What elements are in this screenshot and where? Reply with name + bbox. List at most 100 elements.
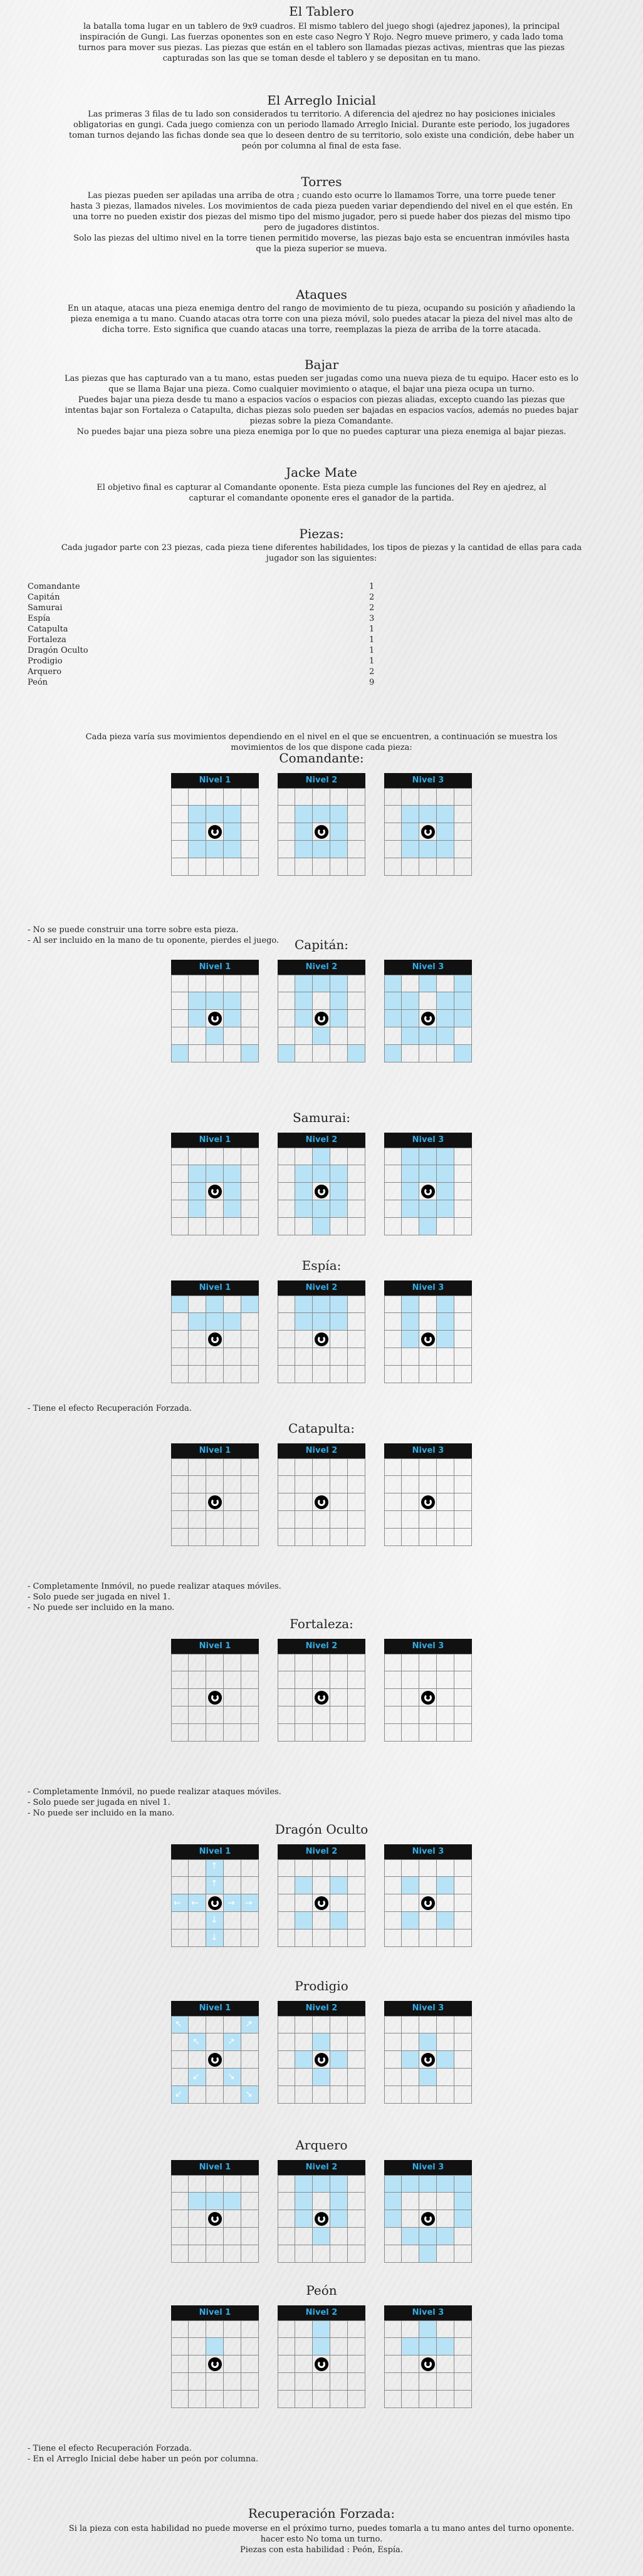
grid-cell [348,992,365,1010]
grid-cell [224,1458,241,1476]
grid-cell [241,2373,259,2391]
grid-cell [330,1493,348,1511]
move-cell [437,1877,454,1894]
move-cell [454,2210,472,2228]
grid-cell [241,1027,259,1045]
grid-cell [241,2245,259,2263]
grid-cell [402,1929,419,1947]
text-line: Las primeras 3 filas de tu lado son cons… [88,110,555,119]
level-header: Nivel 1 [171,1443,259,1458]
text-line: turnos para mover sus piezas. Las piezas… [78,43,565,53]
move-cell [419,1148,437,1165]
grid-cell [330,1331,348,1348]
text-line: No puedes bajar una pieza sobre una piez… [76,427,567,437]
grid-cell [171,2355,189,2373]
grid-cell [189,1689,206,1706]
move-cell [313,2175,330,2193]
move-cell [402,1331,419,1348]
grid-cell [171,1724,189,1742]
grid-cell [278,992,295,1010]
grid-cell [454,1511,472,1529]
grid-cell [402,1045,419,1062]
grid-cell [241,1877,259,1894]
level-header: Nivel 3 [384,1639,472,1654]
piece-token-icon [315,1185,328,1198]
grid-cell [278,1671,295,1689]
grid-cell [224,2051,241,2069]
section-body-torres: Las piezas pueden ser apiladas una arrib… [25,190,618,254]
move-cell [224,1165,241,1183]
piece-title-comandante: Comandante: [279,750,364,766]
grid-cell [330,1027,348,1045]
grid-cell [384,1877,402,1894]
grid-cell [171,1529,189,1546]
level-header: Nivel 1 [171,1280,259,1296]
grid-cell [454,2016,472,2033]
move-cell [295,1200,313,1218]
piece-token-icon [315,2212,328,2226]
grid-cell [278,2193,295,2210]
grid-cell [419,2373,437,2391]
move-cell [295,1296,313,1313]
move-cell [330,1183,348,1200]
move-cell [224,806,241,823]
grid-cell [171,1027,189,1045]
level-header: Nivel 2 [278,1844,365,1859]
piece-token-icon [208,2212,222,2226]
text-line: capturadas son las que se toman desde el… [162,54,481,63]
grid-cell [278,858,295,876]
level-header: Nivel 2 [278,2305,365,2320]
board-level-3: Nivel 3 [384,1844,472,1947]
move-cell [189,841,206,858]
grid-cell [313,1348,330,1366]
move-cell [171,1045,189,1062]
grid-cell [278,975,295,992]
grid-cell [278,1929,295,1947]
text-line: que la pieza superior se mueva. [256,244,387,254]
move-cell [437,2051,454,2069]
grid-cell [224,1296,241,1313]
grid-cell [402,1476,419,1493]
grid-cell [330,2373,348,2391]
grid-cell [348,2373,365,2391]
grid-cell [454,858,472,876]
section-body-piezas: Cada jugador parte con 23 piezas, cada p… [25,543,618,564]
grid-cell [348,1313,365,1331]
grid-cell [384,1148,402,1165]
grid-cell [206,2033,224,2051]
grid-cell [278,1877,295,1894]
arrow-icon: ↘ [245,2089,253,2099]
move-cell [295,2051,313,2069]
grid-cell [384,1511,402,1529]
grid-cell [206,2016,224,2033]
grid-cell [189,1148,206,1165]
grid-cell [241,1183,259,1200]
grid-cell [206,2320,224,2338]
move-cell [402,1912,419,1929]
grid-cell [241,1476,259,1493]
note-line: - Completamente Inmóvil, no puede realiz… [28,1582,281,1591]
grid-cell [295,1148,313,1165]
move-cell [330,806,348,823]
grid-cell [402,2245,419,2263]
move-cell [419,1218,437,1235]
move-cell [437,1183,454,1200]
grid-cell [171,1331,189,1348]
movement-diagrams-prodigio: Nivel 1 ↖ ↖ ↗ ↗ ↙ ↙ ↘ ↘ Nivel 2 Nivel 3 [171,2001,472,2104]
grid-cell [171,823,189,841]
move-cell [189,1183,206,1200]
text-line: Cada pieza varía sus movimientos dependi… [85,732,558,742]
piece-title-capitan: Capitán: [294,937,348,952]
piece-name: Capitán [28,593,60,602]
grid-cell [278,1724,295,1742]
grid-cell [348,1331,365,1348]
grid-cell [224,1671,241,1689]
piece-notes-peon: - Tiene el efecto Recuperación Forzada. -… [28,2443,617,2464]
grid-cell [224,975,241,992]
grid-cell [241,1689,259,1706]
level-header: Nivel 1 [171,773,259,788]
grid-cell [402,1859,419,1877]
text-line: obligatorias en gungi. Cada juego comien… [73,120,570,130]
text-line: piezas sobre la pieza Comandante. [249,417,394,426]
grid-cell [330,2355,348,2373]
